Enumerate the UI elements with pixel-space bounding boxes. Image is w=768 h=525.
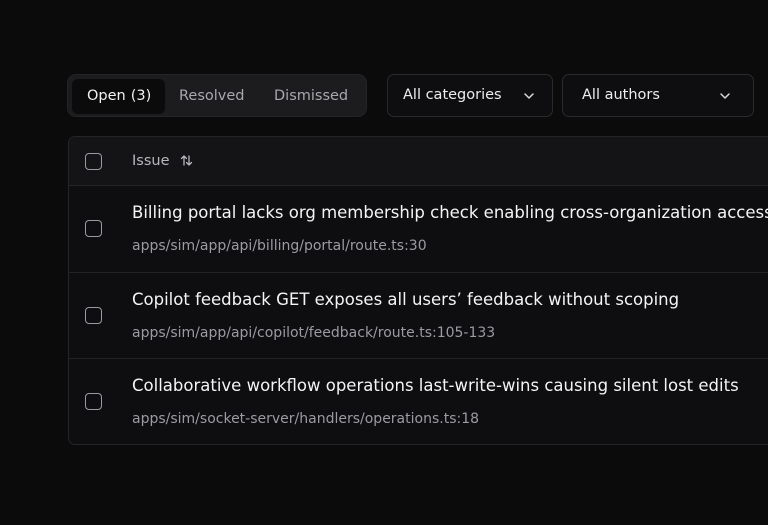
- category-select[interactable]: All categories: [387, 74, 553, 117]
- issue-file-path: apps/sim/app/api/billing/portal/route.ts…: [132, 238, 427, 254]
- table-row[interactable]: Collaborative workflow operations last-w…: [69, 358, 768, 444]
- tab-resolved-label: Resolved: [179, 88, 245, 104]
- issue-title[interactable]: Copilot feedback GET exposes all users’ …: [132, 290, 679, 309]
- tab-dismissed[interactable]: Dismissed: [274, 79, 348, 114]
- issue-column-header[interactable]: Issue: [132, 137, 193, 185]
- issue-column-label: Issue: [132, 153, 170, 169]
- security-issues-view: Open (3) Resolved Dismissed All categorie…: [0, 0, 768, 525]
- category-select-value: All categories: [403, 87, 502, 103]
- chevron-down-icon: [524, 93, 534, 99]
- tab-dismissed-label: Dismissed: [274, 88, 349, 104]
- tab-open-label: Open: [87, 88, 126, 104]
- status-segmented-control: Open (3) Resolved Dismissed: [67, 74, 367, 117]
- author-select-value: All authors: [582, 87, 660, 103]
- tab-open-count: (3): [130, 88, 152, 104]
- row-checkbox[interactable]: [85, 307, 102, 324]
- table-header: Issue: [69, 137, 768, 186]
- row-checkbox[interactable]: [85, 220, 102, 237]
- tab-resolved[interactable]: Resolved: [179, 79, 245, 114]
- issue-file-path: apps/sim/socket-server/handlers/operatio…: [132, 411, 480, 427]
- row-checkbox[interactable]: [85, 393, 102, 410]
- issue-title[interactable]: Collaborative workflow operations last-w…: [132, 376, 739, 395]
- select-all-checkbox[interactable]: [85, 153, 102, 170]
- sort-arrows-icon[interactable]: [180, 154, 193, 167]
- issues-table: Issue Billing portal lacks org membershi…: [68, 136, 768, 445]
- tab-open[interactable]: Open (3): [72, 79, 165, 114]
- author-select[interactable]: All authors: [562, 74, 754, 117]
- chevron-down-icon: [720, 93, 730, 99]
- issue-file-path: apps/sim/app/api/copilot/feedback/route.…: [132, 325, 496, 341]
- issue-title[interactable]: Billing portal lacks org membership chec…: [132, 203, 768, 222]
- table-row[interactable]: Copilot feedback GET exposes all users’ …: [69, 272, 768, 358]
- table-row[interactable]: Billing portal lacks org membership chec…: [69, 186, 768, 272]
